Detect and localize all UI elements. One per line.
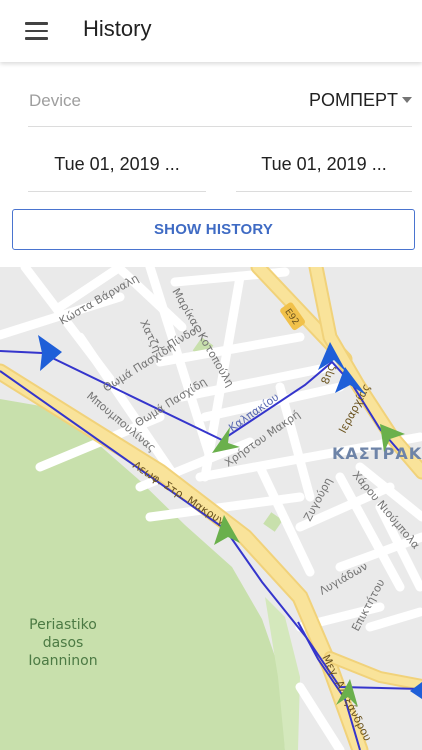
- svg-text:dasos: dasos: [43, 635, 84, 651]
- to-date-value: Tue 01, 2019 ...: [261, 154, 387, 174]
- dropdown-arrow-icon[interactable]: [402, 97, 412, 103]
- show-history-button[interactable]: SHOW HISTORY: [12, 209, 415, 250]
- svg-text:Ioanninon: Ioanninon: [28, 653, 97, 669]
- device-select[interactable]: ΡΟΜΠΕΡΤ: [309, 90, 398, 111]
- svg-text:Periastiko: Periastiko: [29, 617, 97, 633]
- from-date-value: Tue 01, 2019 ...: [54, 154, 180, 174]
- menu-icon[interactable]: [14, 13, 58, 49]
- app-bar: History: [0, 0, 422, 62]
- from-date-field[interactable]: Tue 01, 2019 ...: [28, 140, 206, 192]
- district-label: ΚΑΣΤΡΑΚΗ: [332, 444, 422, 463]
- route-map[interactable]: E92 Κώστα Βάρναλη Χατζή Πίνδου Μαρίκας Κ…: [0, 267, 422, 750]
- device-label: Device: [29, 91, 81, 110]
- map-canvas: E92 Κώστα Βάρναλη Χατζή Πίνδου Μαρίκας Κ…: [0, 267, 422, 750]
- page-title: History: [83, 16, 152, 41]
- device-selector-row: Device ΡΟΜΠΕΡΤ: [28, 78, 412, 127]
- to-date-field[interactable]: Tue 01, 2019 ...: [236, 140, 412, 192]
- street-label: Θωμά Πασχίδη: [101, 340, 177, 394]
